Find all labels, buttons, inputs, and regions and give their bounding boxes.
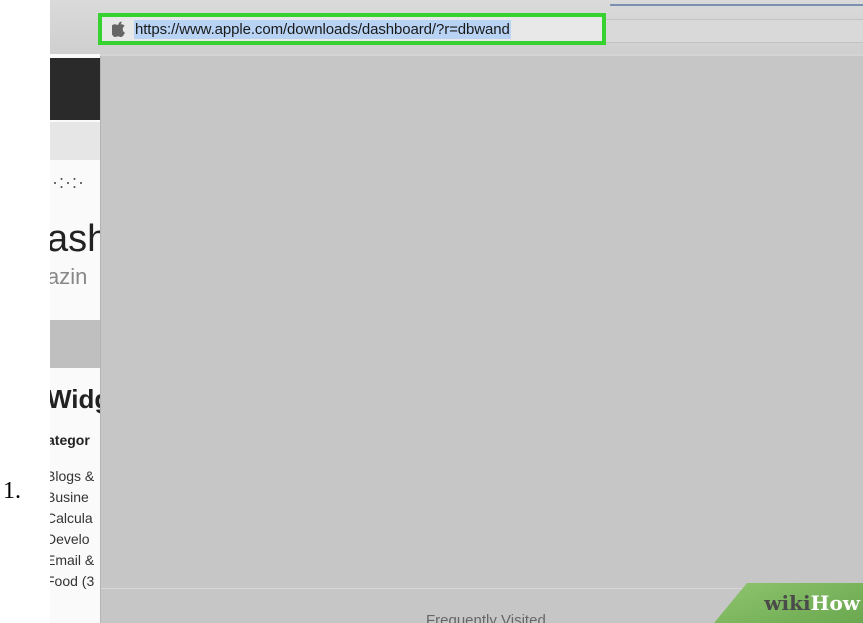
list-item[interactable]: Email & [50,550,94,571]
step-number: 1. [3,478,21,504]
url-text[interactable]: https://www.apple.com/downloads/dashboar… [134,19,511,39]
category-heading-fragment: ategor [50,432,90,448]
browser-toolbar: https://www.apple.com/downloads/dashboar… [50,0,863,54]
address-bar[interactable]: https://www.apple.com/downloads/dashboar… [98,13,606,45]
list-item[interactable]: Develo [50,529,94,550]
address-bar-extension [606,19,863,43]
background-page: ·:·:· ash azin Widg ategor Blogs & Busin… [50,54,100,623]
category-list: Blogs & Busine Calcula Develo Email & Fo… [50,466,94,592]
page-nav-band [50,122,100,160]
list-item[interactable]: Busine [50,487,94,508]
section-heading-fragment: Widg [50,384,100,414]
wikihow-watermark: wiki How [714,583,863,623]
page-subtitle-fragment: azin [50,264,88,289]
apple-icon [112,21,125,37]
screenshot: https://www.apple.com/downloads/dashboar… [50,0,863,623]
dotted-logo: ·:·:· [52,172,85,192]
page-header-band [50,58,100,120]
list-item[interactable]: Food (3 [50,571,94,592]
list-item[interactable]: Blogs & [50,466,94,487]
frequently-visited-label: Frequently Visited [426,612,546,623]
page-heading-fragment: ash [50,218,100,260]
watermark-how: How [810,591,860,615]
watermark-wiki: wiki [764,591,811,615]
toolbar-edge [610,4,863,6]
top-sites-overlay: Frequently Visited wiki How [100,56,863,623]
list-item[interactable]: Calcula [50,508,94,529]
page-banner-block [50,320,100,368]
